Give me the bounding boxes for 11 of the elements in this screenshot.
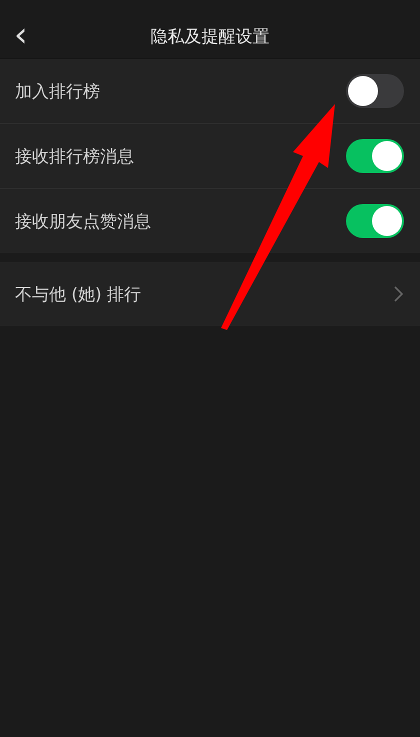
setting-label: 接收排行榜消息 bbox=[15, 146, 134, 168]
setting-label: 加入排行榜 bbox=[15, 80, 100, 102]
settings-link-row[interactable]: 不与他 (她) 排行 bbox=[0, 262, 420, 326]
toggle-switch[interactable] bbox=[346, 74, 404, 108]
setting-label: 接收朋友点赞消息 bbox=[15, 210, 151, 232]
setting-label: 不与他 (她) 排行 bbox=[15, 284, 142, 306]
toggle-switch[interactable] bbox=[346, 139, 404, 173]
back-button[interactable]: ‹ bbox=[8, 20, 34, 50]
toggle-switch[interactable] bbox=[346, 204, 404, 238]
chevron-right-icon bbox=[394, 286, 404, 302]
page-title: 隐私及提醒设置 bbox=[150, 26, 270, 48]
